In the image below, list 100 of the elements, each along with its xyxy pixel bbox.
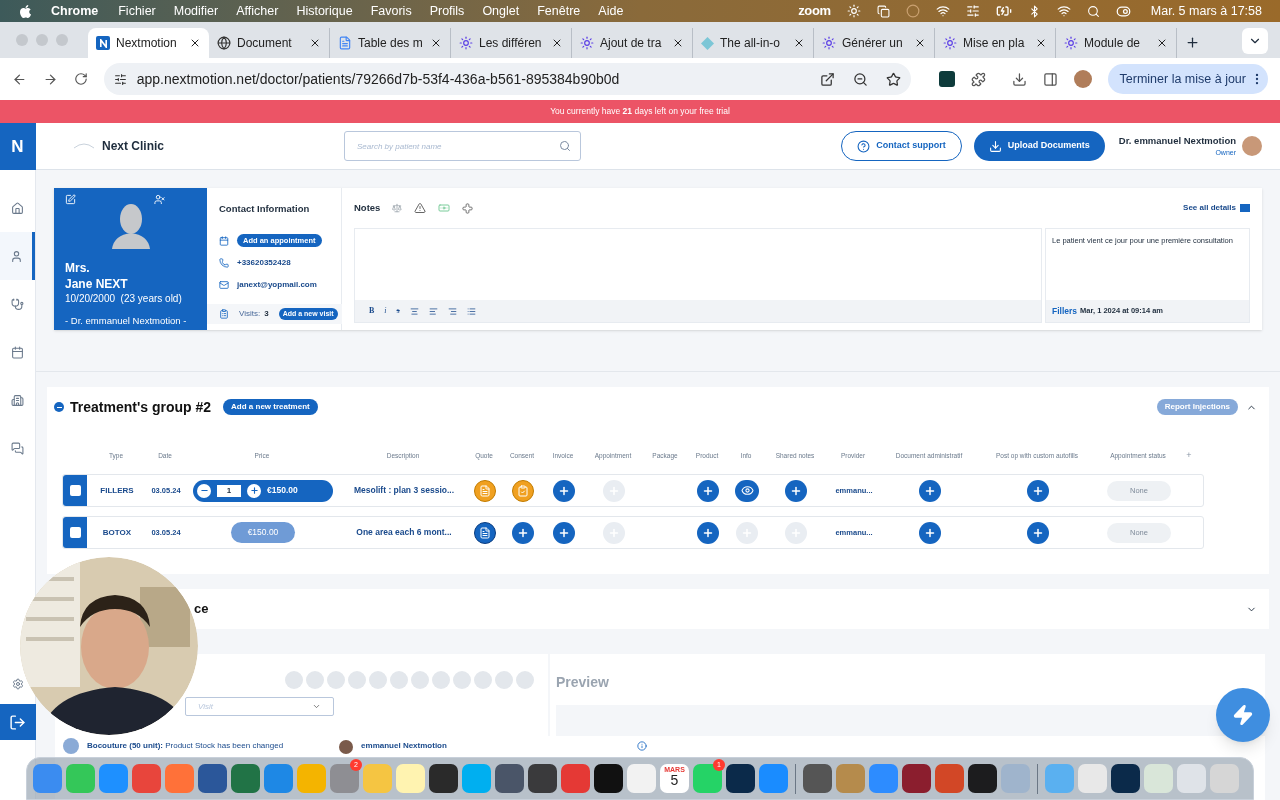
logout-button[interactable] [0, 704, 36, 740]
add-button[interactable] [697, 521, 719, 544]
close-icon[interactable] [793, 37, 805, 49]
see-all-details-link[interactable]: See all details [1183, 202, 1250, 214]
bookmark-star-icon[interactable] [886, 71, 902, 87]
address-bar[interactable]: app.nextmotion.net/doctor/patients/79266d7b-53f4-436a-b561-895384b90b0d [103, 63, 912, 95]
back-icon[interactable] [12, 71, 27, 87]
close-icon[interactable] [1156, 37, 1168, 49]
warning-icon[interactable] [414, 202, 427, 214]
side-panel-icon[interactable] [1042, 71, 1058, 87]
cross-icon[interactable] [462, 202, 474, 214]
phone-number[interactable]: +33620352428 [237, 257, 291, 270]
search-icon[interactable] [559, 140, 571, 152]
row-checkbox[interactable] [69, 527, 81, 538]
download-icon[interactable] [1011, 71, 1027, 87]
record-icon[interactable] [905, 4, 920, 18]
reload-icon[interactable] [73, 72, 88, 86]
menu-item[interactable]: Fichier [118, 1, 156, 21]
menu-item[interactable]: Historique [296, 1, 353, 21]
close-icon[interactable] [189, 37, 201, 49]
decrement-button[interactable] [197, 483, 211, 498]
add-button[interactable] [1027, 479, 1049, 502]
menu-item[interactable]: Afficher [236, 1, 279, 21]
add-button[interactable] [785, 479, 807, 502]
menu-item[interactable]: Fenêtre [537, 1, 581, 21]
align-left-icon[interactable] [428, 306, 438, 316]
align-right-icon[interactable] [447, 306, 457, 316]
row-checkbox[interactable] [69, 485, 81, 496]
clock[interactable]: Mar. 5 mars à 17:58 [1150, 1, 1262, 21]
consent-button[interactable] [512, 479, 534, 502]
menu-item[interactable]: Onglet [482, 1, 520, 21]
menu-item[interactable]: Aide [598, 1, 624, 21]
align-center-icon[interactable] [409, 306, 419, 316]
add-button[interactable] [553, 521, 575, 544]
site-settings-icon[interactable] [113, 72, 127, 86]
upload-documents-button[interactable]: Upload Documents [973, 131, 1105, 161]
add-button[interactable] [919, 479, 941, 502]
email-address[interactable]: janext@yopmail.com [237, 279, 317, 292]
user-avatar[interactable] [1242, 136, 1262, 156]
app-icon[interactable] [902, 764, 931, 793]
document-button[interactable] [474, 521, 496, 544]
search-field[interactable]: Search by patient name [344, 131, 581, 161]
add-button[interactable] [512, 521, 534, 544]
add-button[interactable] [697, 479, 719, 502]
add-button[interactable] [919, 521, 941, 544]
open-external-icon[interactable] [820, 71, 836, 87]
new-tab-icon[interactable] [1185, 35, 1200, 50]
control-center-icon[interactable] [1115, 3, 1131, 19]
price-stepper[interactable]: 1 €150.00 [193, 479, 333, 502]
zoom-out-icon[interactable] [853, 71, 869, 87]
app-icon[interactable] [528, 764, 557, 793]
profile-avatar[interactable] [1073, 70, 1092, 88]
close-icon[interactable] [672, 37, 684, 49]
menu-item[interactable]: Favoris [370, 1, 412, 21]
menu-item[interactable]: Profils [429, 1, 465, 21]
windows-icon[interactable] [876, 4, 890, 18]
add-treatment-button[interactable]: Add a new treatment [223, 399, 318, 415]
close-icon[interactable] [914, 37, 926, 49]
browser-tab[interactable]: Nextmotion [88, 28, 209, 58]
increment-button[interactable] [247, 483, 261, 498]
list-icon[interactable] [466, 306, 476, 316]
app-icon[interactable] [1111, 764, 1140, 793]
apple-icon[interactable] [18, 3, 33, 19]
settings-icon[interactable] [11, 678, 24, 690]
extension-icon[interactable] [939, 71, 955, 87]
forward-icon[interactable] [42, 71, 58, 87]
extensions-icon[interactable] [970, 71, 986, 87]
update-button[interactable]: Terminer la mise à jour [1107, 64, 1268, 94]
battery-icon[interactable] [995, 3, 1012, 19]
brightness-icon[interactable] [846, 4, 861, 18]
app-icon[interactable] [594, 764, 623, 793]
tab-list-button[interactable] [1242, 28, 1268, 54]
remove-user-icon[interactable] [154, 194, 165, 205]
close-icon[interactable] [430, 37, 442, 49]
notes-editor[interactable]: B i s [354, 228, 1042, 323]
menu-app-name[interactable]: Chrome [51, 1, 99, 21]
description-cell[interactable]: One area each 6 mont... [341, 526, 467, 539]
app-logo[interactable]: N [0, 123, 36, 170]
format-button[interactable]: s [396, 305, 400, 317]
controls-icon[interactable] [965, 4, 980, 18]
app-icon[interactable] [968, 764, 997, 793]
menu-item[interactable]: Modifier [173, 1, 219, 21]
format-button[interactable]: B [369, 305, 375, 317]
app-icon[interactable] [429, 764, 458, 793]
zoom-status-item[interactable]: zoom [798, 1, 831, 21]
quantity-field[interactable]: 1 [217, 484, 241, 497]
search-icon[interactable] [1086, 4, 1100, 18]
format-button[interactable]: i [384, 305, 387, 317]
close-icon[interactable] [309, 37, 321, 49]
close-icon[interactable] [1035, 37, 1047, 49]
add-button[interactable] [1027, 521, 1049, 544]
user-nav-item[interactable] [0, 232, 35, 280]
view-button[interactable] [735, 479, 759, 502]
description-cell[interactable]: Mesolift : plan 3 sessio... [341, 484, 467, 497]
edit-icon[interactable] [65, 194, 76, 205]
wifi-icon[interactable] [1056, 4, 1071, 18]
close-icon[interactable] [551, 37, 563, 49]
add-button[interactable] [553, 479, 575, 502]
info-icon[interactable] [636, 741, 647, 751]
app-icon[interactable] [726, 764, 755, 793]
